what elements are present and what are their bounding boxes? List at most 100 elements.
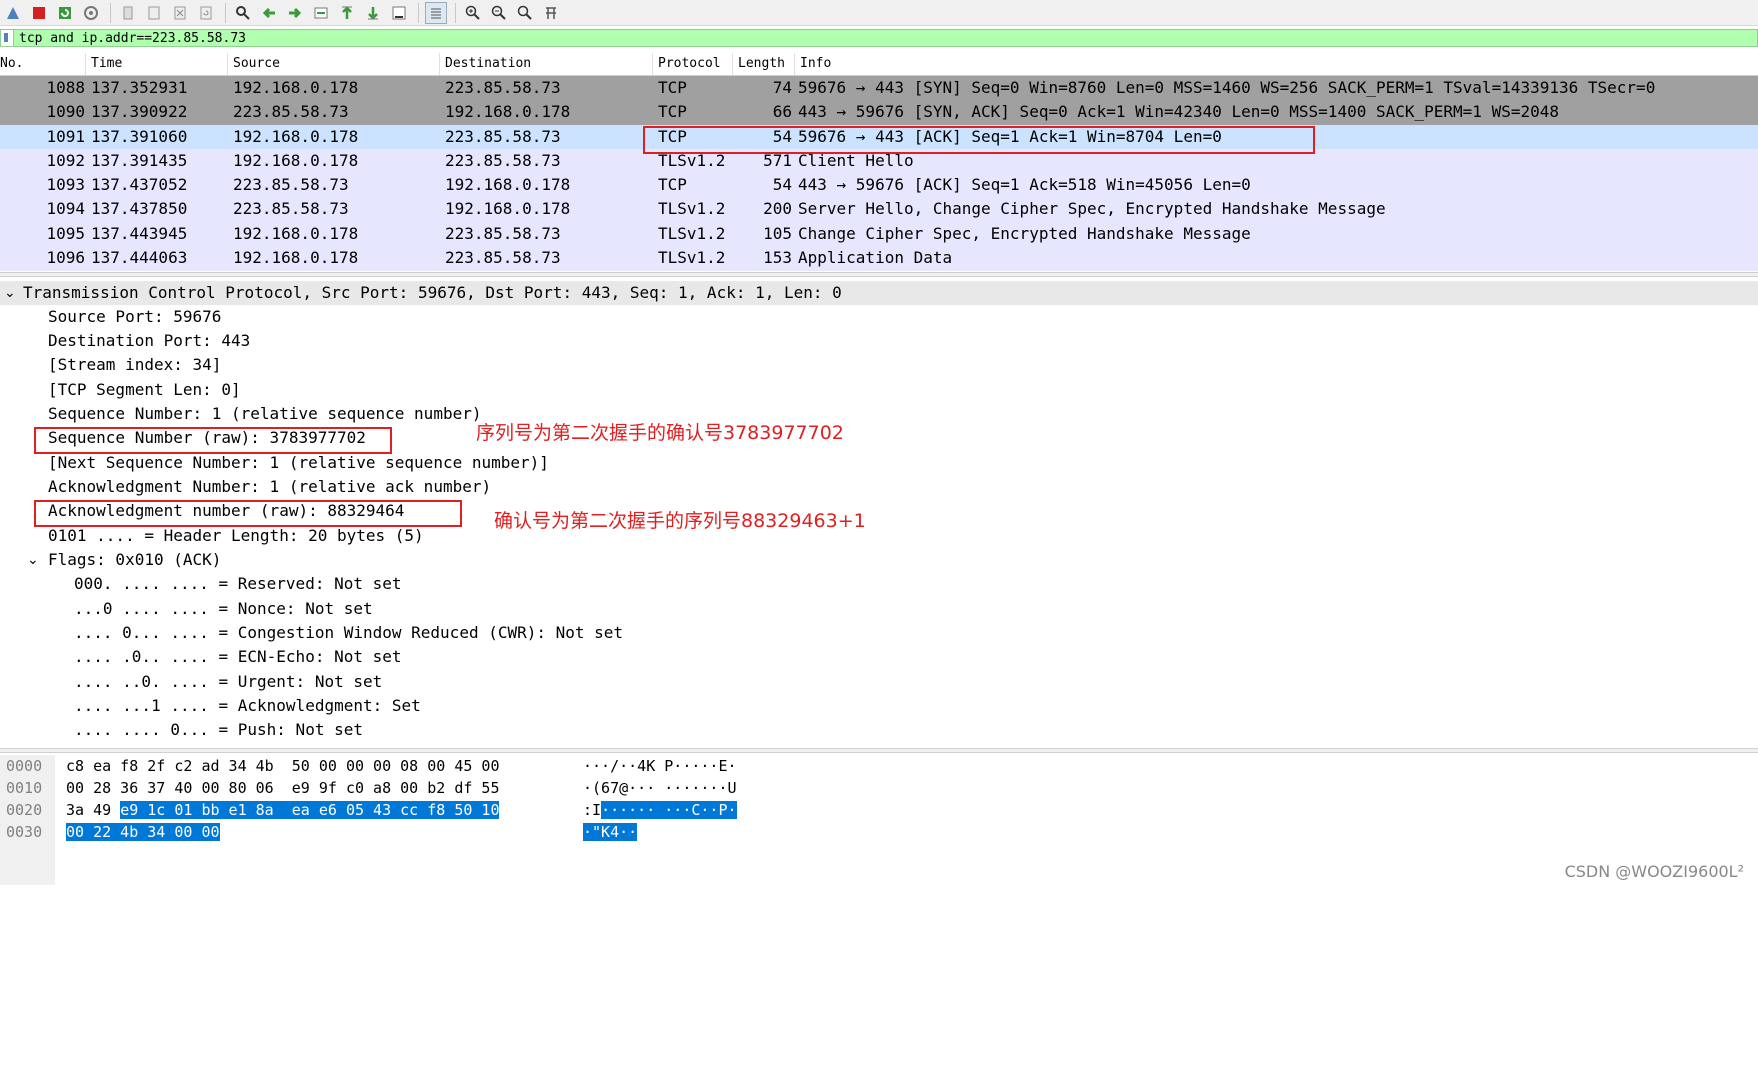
hex-bytes[interactable]: 00 28 36 37 40 00 80 06 e9 9f c0 a8 00 b… [66, 777, 499, 799]
options-gear-icon[interactable] [80, 2, 102, 24]
packet-row[interactable]: 1094 137.437850 223.85.58.73 192.168.0.1… [0, 197, 1758, 221]
packet-length: 153 [763, 248, 792, 268]
hex-bytes[interactable]: 3a 49 [66, 801, 120, 819]
find-icon[interactable] [232, 2, 254, 24]
ascii-bytes-selected[interactable]: ·"K4·· [583, 823, 638, 841]
chevron-down-icon[interactable]: ⌄ [4, 281, 16, 305]
display-filter-input[interactable]: tcp and ip.addr==223.85.58.73 [19, 31, 246, 46]
column-header-length[interactable]: Length [733, 53, 795, 75]
packet-protocol: TCP [658, 175, 687, 195]
hex-bytes-selected[interactable]: e9 1c 01 bb e1 8a ea e6 05 43 cc f8 50 1… [120, 801, 500, 819]
go-to-packet-icon[interactable] [310, 2, 332, 24]
chevron-down-icon[interactable]: ⌄ [27, 548, 39, 572]
detail-stream-index[interactable]: [Stream index: 34] [48, 353, 221, 377]
detail-source-port[interactable]: Source Port: 59676 [48, 305, 221, 329]
column-header-no[interactable]: No. [0, 53, 86, 75]
shark-fin-icon[interactable] [2, 2, 24, 24]
ascii-bytes-selected[interactable]: ······ ···C··P· [601, 801, 737, 819]
close-file-icon[interactable] [169, 2, 191, 24]
tcp-header-tree-item[interactable]: ⌄ Transmission Control Protocol, Src Por… [0, 281, 1758, 305]
go-back-icon[interactable] [258, 2, 280, 24]
hex-bytes-row: 00 22 4b 34 00 00 [66, 821, 220, 843]
zoom-in-icon[interactable] [462, 2, 484, 24]
hex-bytes-selected[interactable]: 00 22 4b 34 00 00 [66, 823, 220, 841]
column-header-info[interactable]: Info [795, 53, 1758, 75]
packet-time: 137.391060 [91, 126, 188, 146]
annotation-sequence-note: 序列号为第二次握手的确认号3783977702 [476, 422, 844, 444]
packet-info: 443 → 59676 [SYN, ACK] Seq=0 Ack=1 Win=4… [798, 102, 1559, 122]
packet-length: 200 [763, 199, 792, 219]
packet-protocol: TCP [658, 78, 687, 97]
go-last-icon[interactable] [362, 2, 384, 24]
detail-next-sequence-number[interactable]: [Next Sequence Number: 1 (relative seque… [48, 451, 549, 475]
packet-row[interactable]: 1096 137.444063 192.168.0.178 223.85.58.… [0, 246, 1758, 270]
packet-time: 137.443945 [91, 223, 188, 243]
open-file-icon[interactable] [117, 2, 139, 24]
flag-ecn-echo[interactable]: .... .0.. .... = ECN-Echo: Not set [74, 645, 402, 669]
autoscroll-icon[interactable] [388, 2, 410, 24]
detail-ack-number[interactable]: Acknowledgment Number: 1 (relative ack n… [48, 475, 491, 499]
packet-time: 137.390922 [91, 102, 188, 122]
packet-destination: 192.168.0.178 [445, 102, 571, 122]
packet-no: 1091 [46, 126, 85, 146]
zoom-normal-icon[interactable] [514, 2, 536, 24]
ascii-bytes[interactable]: :I [583, 801, 601, 819]
go-forward-icon[interactable] [284, 2, 306, 24]
hex-bytes-row: 3a 49 e9 1c 01 bb e1 8a ea e6 05 43 cc f… [66, 799, 500, 821]
packet-source: 223.85.58.73 [233, 175, 349, 195]
restart-icon[interactable] [54, 2, 76, 24]
column-header-destination[interactable]: Destination [440, 53, 653, 75]
column-header-protocol[interactable]: Protocol [653, 53, 733, 75]
flag-push[interactable]: .... .... 0... = Push: Not set [74, 718, 363, 742]
flags-tree-item[interactable]: ⌄ Flags: 0x010 (ACK) [0, 548, 600, 572]
watermark: CSDN @WOOZI9600L² [1564, 862, 1744, 881]
flag-acknowledgment[interactable]: .... ...1 .... = Acknowledgment: Set [74, 694, 421, 718]
detail-header-length[interactable]: 0101 .... = Header Length: 20 bytes (5) [48, 524, 424, 548]
flag-cwr[interactable]: .... 0... .... = Congestion Window Reduc… [74, 621, 623, 645]
packet-destination: 192.168.0.178 [445, 175, 571, 195]
packet-row[interactable]: 1093 137.437052 223.85.58.73 192.168.0.1… [0, 173, 1758, 197]
pane-splitter[interactable] [0, 748, 1758, 753]
ascii-bytes[interactable]: ···/··4K P·····E· [583, 755, 737, 777]
packet-info: 443 → 59676 [ACK] Seq=1 Ack=518 Win=4505… [798, 175, 1251, 195]
packet-length: 66 [772, 102, 792, 122]
detail-sequence-number[interactable]: Sequence Number: 1 (relative sequence nu… [48, 402, 481, 426]
packet-protocol: TLSv1.2 [658, 223, 726, 243]
zoom-out-icon[interactable] [488, 2, 510, 24]
detail-segment-len[interactable]: [TCP Segment Len: 0] [48, 378, 241, 402]
toolbar-separator [455, 2, 456, 23]
pane-splitter[interactable] [0, 272, 1758, 277]
colorize-icon[interactable] [425, 1, 447, 24]
packet-list: 1088 137.352931 192.168.0.178 223.85.58.… [0, 76, 1758, 271]
go-first-icon[interactable] [336, 2, 358, 24]
packet-source: 192.168.0.178 [233, 150, 359, 170]
packet-protocol: TLSv1.2 [658, 248, 726, 268]
packet-row[interactable]: 1095 137.443945 192.168.0.178 223.85.58.… [0, 222, 1758, 246]
hex-bytes[interactable]: c8 ea f8 2f c2 ad 34 4b 50 00 00 00 08 0… [66, 755, 499, 777]
column-header-source[interactable]: Source [228, 53, 440, 75]
ascii-bytes[interactable]: ·(67@··· ·······U [583, 777, 737, 799]
toolbar-separator [225, 2, 226, 23]
packet-info: Server Hello, Change Cipher Spec, Encryp… [798, 199, 1386, 219]
annotation-ack-note: 确认号为第二次握手的序列号88329463+1 [494, 510, 866, 532]
resize-columns-icon[interactable] [540, 2, 562, 24]
reload-icon[interactable] [195, 2, 217, 24]
ascii-bytes-row: :I······ ···C··P· [583, 799, 737, 821]
column-header-time[interactable]: Time [86, 53, 228, 75]
toolbar-separator [418, 2, 419, 23]
bookmark-icon[interactable] [1, 30, 14, 46]
save-file-icon[interactable] [143, 2, 165, 24]
packet-row[interactable]: 1090 137.390922 223.85.58.73 192.168.0.1… [0, 100, 1758, 125]
detail-destination-port[interactable]: Destination Port: 443 [48, 329, 250, 353]
flag-urgent[interactable]: .... ..0. .... = Urgent: Not set [74, 670, 382, 694]
packet-row[interactable]: 1088 137.352931 192.168.0.178 223.85.58.… [0, 76, 1758, 101]
stop-icon[interactable] [28, 2, 50, 24]
toolbar-separator [110, 2, 111, 23]
flag-nonce[interactable]: ...0 .... .... = Nonce: Not set [74, 597, 373, 621]
packet-destination: 223.85.58.73 [445, 150, 561, 170]
packet-destination: 223.85.58.73 [445, 126, 561, 146]
display-filter-bar[interactable]: tcp and ip.addr==223.85.58.73 [0, 29, 1758, 47]
hex-offset: 0000 [6, 757, 43, 775]
packet-no: 1093 [46, 175, 85, 195]
flag-reserved[interactable]: 000. .... .... = Reserved: Not set [74, 572, 402, 596]
